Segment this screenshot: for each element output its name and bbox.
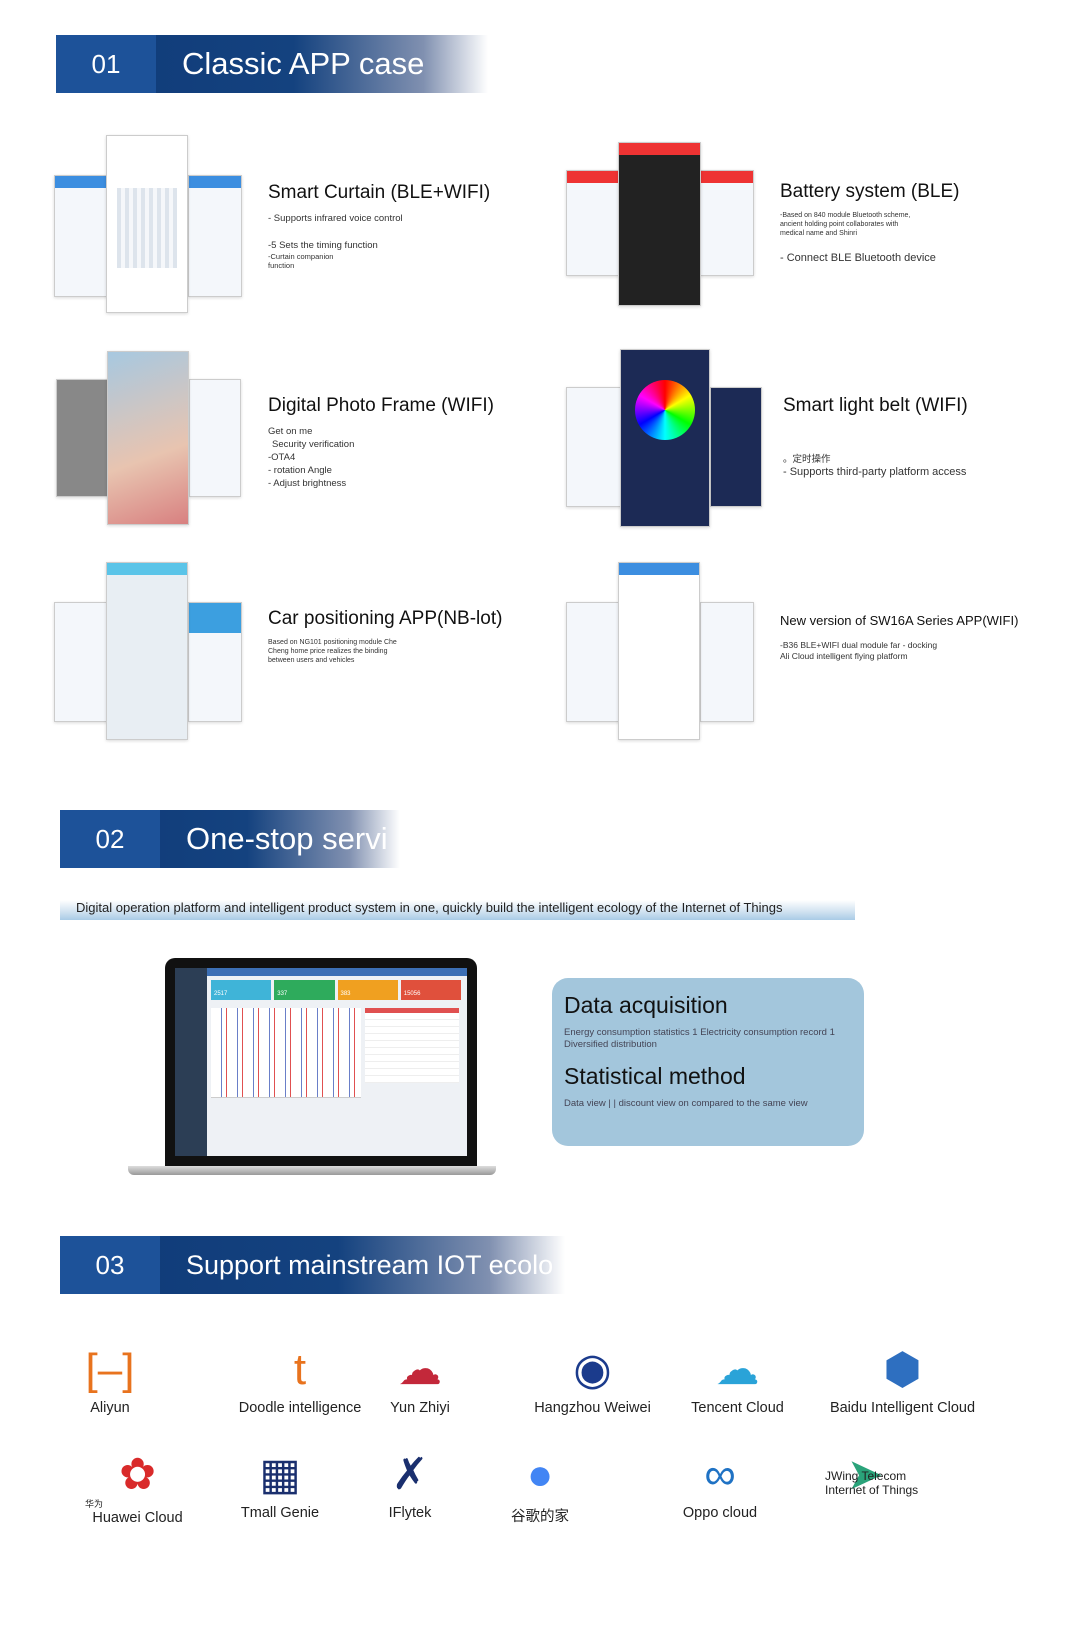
tencent-cloud-logo-icon: ☁ [715,1345,760,1394]
case-line: -B36 BLE+WIFI dual module far - docking [780,640,938,650]
case-battery-system: Battery system (BLE) -Based on 840 modul… [780,181,960,265]
card-text: Data view | | discount view on compared … [564,1098,808,1109]
platform-name: Yun Zhiyi [390,1400,450,1416]
platform-aliyun: [–] Aliyun [80,1340,140,1416]
case-line: Get on me [268,426,313,437]
dashboard-table [365,1008,459,1083]
card-text: Energy consumption statistics 1 Electric… [564,1027,835,1050]
case-line: - Supports third-party platform access [783,466,967,478]
case-title: Car positioning APP(NB-lot) [268,608,503,629]
case-line: ancient holding point collaborates with [780,221,899,228]
laptop-dashboard: 2517 337 383 15056 [165,958,477,1166]
platform-tencent-cloud: ☁ Tencent Cloud [685,1340,790,1416]
case-title: Smart light belt (WIFI) [783,395,968,416]
feature-card: Data acquisition Energy consumption stat… [552,978,864,1146]
case-sw16a: New version of SW16A Series APP(WIFI) -B… [780,613,1018,662]
stat-tile: 383 [337,980,398,1000]
platform-name: Oppo cloud [682,1505,758,1521]
dashboard-sidebar [175,968,207,1156]
section-banner-03: 03 Support mainstream IOT ecolo [60,1236,565,1294]
section-title: Classic APP case [182,46,425,81]
stat-tile: 337 [274,980,335,1000]
section-subtitle: Digital operation platform and intellige… [60,900,855,920]
case-line: -Based on 840 module Bluetooth scheme, [780,212,911,219]
platform-oppo-cloud: ∞ Oppo cloud [680,1445,760,1521]
platform-tmall-genie: ▦ Tmall Genie [230,1445,330,1521]
card-heading: Data acquisition [564,992,728,1018]
platform-name: Aliyun [90,1400,130,1416]
platform-baidu-cloud: ⬢ Baidu Intelligent Cloud [825,1340,980,1416]
section-number: 03 [60,1236,160,1294]
weiwei-logo-icon: ◉ [573,1345,612,1394]
case-digital-photo-frame: Digital Photo Frame (WIFI) Get on me Sec… [268,395,494,490]
platform-name: Huawei Cloud [92,1510,183,1526]
platform-name: JWing Telecom Internet of Things [825,1469,919,1497]
case-line: Cheng home price realizes the binding [268,648,388,655]
case-line [268,225,490,239]
aliyun-logo-icon: [–] [85,1345,135,1394]
section-banner-02: 02 One-stop servi [60,810,400,868]
section-title: Support mainstream IOT ecolo [186,1249,554,1280]
platform-name: Baidu Intelligent Cloud [829,1400,976,1416]
case-line: 。定时操作 [783,454,831,465]
case-smart-curtain: Smart Curtain (BLE+WIFI) - Supports infr… [268,182,490,270]
section-number: 02 [60,810,160,868]
platform-name: Hangzhou Weiwei [534,1400,651,1416]
platform-cloud-house: ☁ Yun Zhiyi [380,1340,460,1416]
platform-jwing: ➤ JWing Telecom Internet of Things [815,1445,918,1499]
case-line: medical name and Shinri [780,230,858,237]
platform-iflytek: ✗ IFlytek [375,1445,445,1521]
huawei-logo-icon: ✿ [119,1450,156,1499]
platform-google-home: ● 谷歌的家 [510,1445,570,1526]
platform-huawei: ✿ 华为 Huawei Cloud [85,1445,190,1526]
baidu-cloud-logo-icon: ⬢ [883,1345,922,1394]
laptop-base [128,1166,496,1175]
section-title: One-stop servi [186,821,388,856]
section-banner-01: 01 Classic APP case [56,35,488,93]
case-line: -5 Sets the timing function [268,240,378,251]
cloud-house-logo-icon: ☁ [398,1345,442,1394]
case-title: Battery system (BLE) [780,181,960,202]
case-title: Smart Curtain (BLE+WIFI) [268,182,491,203]
case-title: New version of SW16A Series APP(WIFI) [780,613,1019,628]
case-line: Based on NG101 positioning module Che [268,639,397,646]
platform-name: IFlytek [388,1505,432,1521]
oppo-cloud-logo-icon: ∞ [704,1450,736,1499]
iflytek-logo-icon: ✗ [391,1450,429,1499]
dashboard-chart [211,1008,361,1098]
platform-tuya: t Doodle intelligence [235,1340,365,1416]
stat-tile: 2517 [211,980,272,1000]
case-line: Ali Cloud intelligent flying platform [780,651,908,661]
case-line: -Curtain companion function [268,252,334,270]
case-car-positioning: Car positioning APP(NB-lot) Based on NG1… [268,608,502,665]
case-smart-light-belt: Smart light belt (WIFI) 。定时操作 - Supports… [783,395,968,479]
case-line: -OTA4 [268,452,296,463]
case-line: - Supports infrared voice control [268,213,403,224]
case-line: - Connect BLE Bluetooth device [780,252,936,264]
platform-name: Tmall Genie [240,1505,320,1521]
stat-tile: 15056 [400,980,461,1000]
google-home-logo-icon: ● [526,1450,554,1499]
platform-weiwei: ◉ Hangzhou Weiwei [530,1340,655,1416]
tuya-logo-icon: t [293,1345,307,1394]
section-number: 01 [56,35,156,93]
case-line: - rotation Angle [268,465,332,476]
platform-name: Doodle intelligence [238,1400,362,1416]
case-title: Digital Photo Frame (WIFI) [268,395,494,416]
case-line: between users and vehicles [268,657,355,664]
platform-name: Tencent Cloud [691,1400,784,1416]
card-heading: Statistical method [564,1063,746,1089]
tmall-genie-logo-icon: ▦ [259,1450,301,1499]
case-line: - Adjust brightness [268,478,347,489]
platform-name: 谷歌的家 [511,1509,569,1525]
case-line: Security verification [272,439,355,450]
